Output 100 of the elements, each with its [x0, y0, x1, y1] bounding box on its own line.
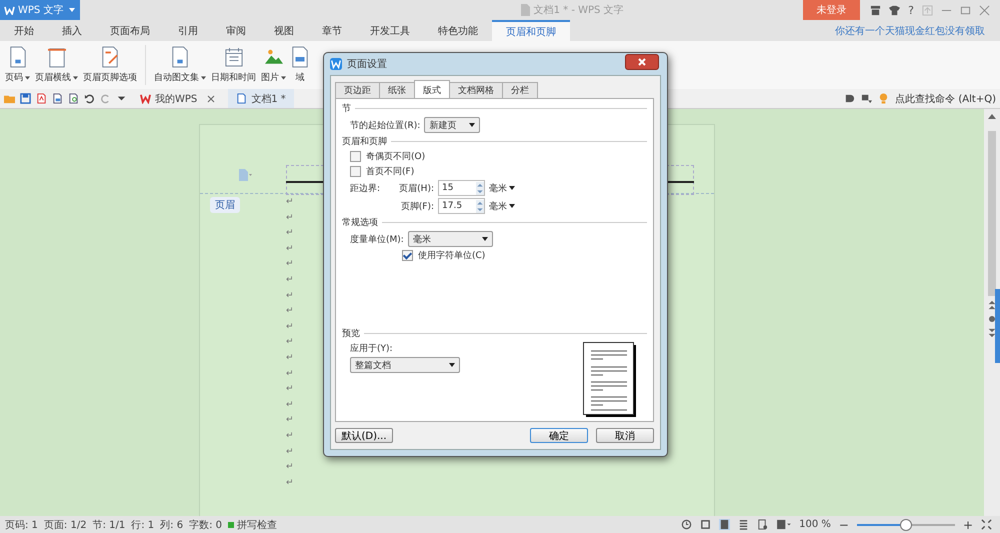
maximize-icon[interactable] [960, 4, 971, 16]
ribbon-tab[interactable]: 视图 [260, 20, 308, 41]
ribbon-tab[interactable]: 引用 [164, 20, 212, 41]
paragraph-mark: ↵ [286, 212, 294, 225]
ribbon-tab[interactable]: 开发工具 [356, 20, 424, 41]
paragraph-mark: ↵ [286, 462, 294, 474]
undo-icon[interactable] [84, 93, 95, 104]
save-icon[interactable] [20, 93, 31, 104]
ribbon-tab[interactable]: 页面布局 [96, 20, 164, 41]
ribbon-tab[interactable]: 页眉和页脚 [492, 20, 570, 41]
checkbox[interactable] [402, 250, 413, 261]
wps-logo-icon [330, 58, 342, 70]
paragraph-mark: ↵ [286, 274, 294, 287]
paragraph-mark: ↵ [286, 337, 294, 350]
scroll-up-icon[interactable] [988, 113, 996, 119]
dialog-tab[interactable]: 分栏 [502, 82, 538, 98]
edit-page-icon [101, 46, 119, 68]
close-icon[interactable] [207, 94, 216, 102]
page-icon [48, 46, 66, 68]
paragraph-mark: ↵ [286, 259, 294, 272]
close-icon [637, 58, 647, 66]
ribbon-button[interactable]: 页码 [4, 46, 31, 84]
ribbon-button[interactable]: 自动图文集 [153, 46, 207, 84]
outline-view-icon[interactable] [738, 519, 750, 530]
dialog-tab[interactable]: 纸张 [379, 82, 415, 98]
apply-to-dropdown[interactable]: 整篇文档 [350, 357, 460, 373]
spinner-icon[interactable] [476, 182, 484, 194]
section-heading: 常规选项 [342, 216, 378, 229]
zoom-out-button[interactable]: − [838, 518, 849, 532]
paragraph-mark: ↵ [286, 228, 294, 240]
dialog-tab[interactable]: 文档网格 [449, 82, 503, 98]
default-button[interactable]: 默认(D)... [335, 428, 393, 443]
command-search[interactable]: 点此查找命令 (Alt+Q) [895, 92, 996, 106]
format-icon[interactable] [861, 93, 872, 104]
history-icon[interactable] [681, 519, 692, 530]
close-icon[interactable] [979, 4, 990, 16]
dialog-tab[interactable]: 版式 [414, 80, 450, 98]
spinner-icon[interactable] [476, 200, 484, 212]
wps-logo-icon [4, 6, 15, 14]
promo-link[interactable]: 你还有一个天猫现金红包没有领取 [835, 24, 1000, 38]
page-view-icon[interactable] [719, 519, 730, 530]
spell-check-status[interactable]: 拼写检查 [237, 518, 277, 532]
ok-button[interactable]: 确定 [530, 428, 588, 443]
shirt-icon[interactable] [889, 4, 900, 16]
ribbon-tab[interactable]: 插入 [48, 20, 96, 41]
ribbon-button[interactable]: 日期和时间 [210, 46, 257, 84]
number-field[interactable]: 17.5 [438, 198, 485, 214]
vertical-scrollbar[interactable] [984, 109, 1000, 516]
document-tab[interactable]: 我的WPS [132, 89, 224, 108]
web-view-icon[interactable] [757, 519, 768, 530]
ribbon-button[interactable]: 页眉页脚选项 [82, 46, 138, 84]
section-start-dropdown[interactable]: 新建页 [424, 117, 480, 133]
checkbox-label: 首页不同(F) [366, 166, 414, 178]
fit-icon[interactable] [981, 519, 992, 530]
side-panel-handle[interactable] [995, 289, 1000, 363]
wps-logo-icon [140, 93, 151, 104]
paragraph-mark: ↵ [286, 400, 294, 412]
page-icon [291, 46, 309, 68]
ribbon-tab[interactable]: 章节 [308, 20, 356, 41]
field-label: 页脚(F): [400, 200, 434, 212]
select-browse-icon[interactable] [988, 314, 996, 324]
spell-check-icon [228, 522, 234, 528]
ribbon-button[interactable]: 图片 [260, 46, 287, 84]
ribbon-button[interactable]: 域 [290, 46, 310, 84]
display-icon[interactable] [844, 93, 856, 104]
reading-view-icon[interactable] [776, 519, 792, 530]
dialog-tab[interactable]: 页边距 [335, 82, 380, 98]
checkbox[interactable] [350, 166, 361, 177]
lightbulb-icon [878, 93, 890, 104]
image-icon [264, 49, 282, 65]
paragraph-mark: ↵ [286, 322, 294, 334]
preview-icon[interactable] [68, 93, 79, 104]
fullscreen-icon[interactable] [700, 519, 712, 530]
document-tab[interactable]: 文档1 * [228, 89, 294, 108]
help-button[interactable]: ? [908, 4, 914, 16]
close-button[interactable] [625, 54, 659, 70]
header-label: 页眉 [210, 197, 240, 213]
unit-dropdown[interactable]: 毫米 [408, 231, 493, 247]
paragraph-mark: ↵ [286, 415, 294, 428]
checkbox[interactable] [350, 151, 361, 162]
section-heading: 预览 [342, 328, 360, 340]
field-label: 应用于(Y): [350, 342, 394, 355]
ribbon-button[interactable]: 页眉横线 [34, 46, 79, 84]
unit-dropdown[interactable]: 毫米 [489, 200, 515, 212]
cancel-button[interactable]: 取消 [596, 428, 654, 443]
ribbon-tab[interactable]: 审阅 [212, 20, 260, 41]
archive-icon[interactable] [870, 4, 882, 16]
ribbon-tab[interactable]: 特色功能 [424, 20, 492, 41]
print-icon[interactable] [52, 93, 63, 104]
unit-dropdown[interactable]: 毫米 [489, 182, 515, 194]
ribbon-tab[interactable]: 开始 [0, 20, 48, 41]
zoom-in-button[interactable]: + [962, 518, 973, 532]
field-label: 页眉(H): [398, 182, 434, 194]
scroll-thumb[interactable] [988, 131, 996, 296]
status-item: 行: 1 [131, 518, 154, 532]
app-menu-button[interactable]: WPS 文字 [0, 0, 80, 20]
section-heading: 节 [342, 102, 351, 115]
dialog-title: 页面设置 [347, 58, 387, 71]
number-field[interactable]: 15 [438, 180, 485, 196]
pdf-icon[interactable] [36, 93, 47, 104]
